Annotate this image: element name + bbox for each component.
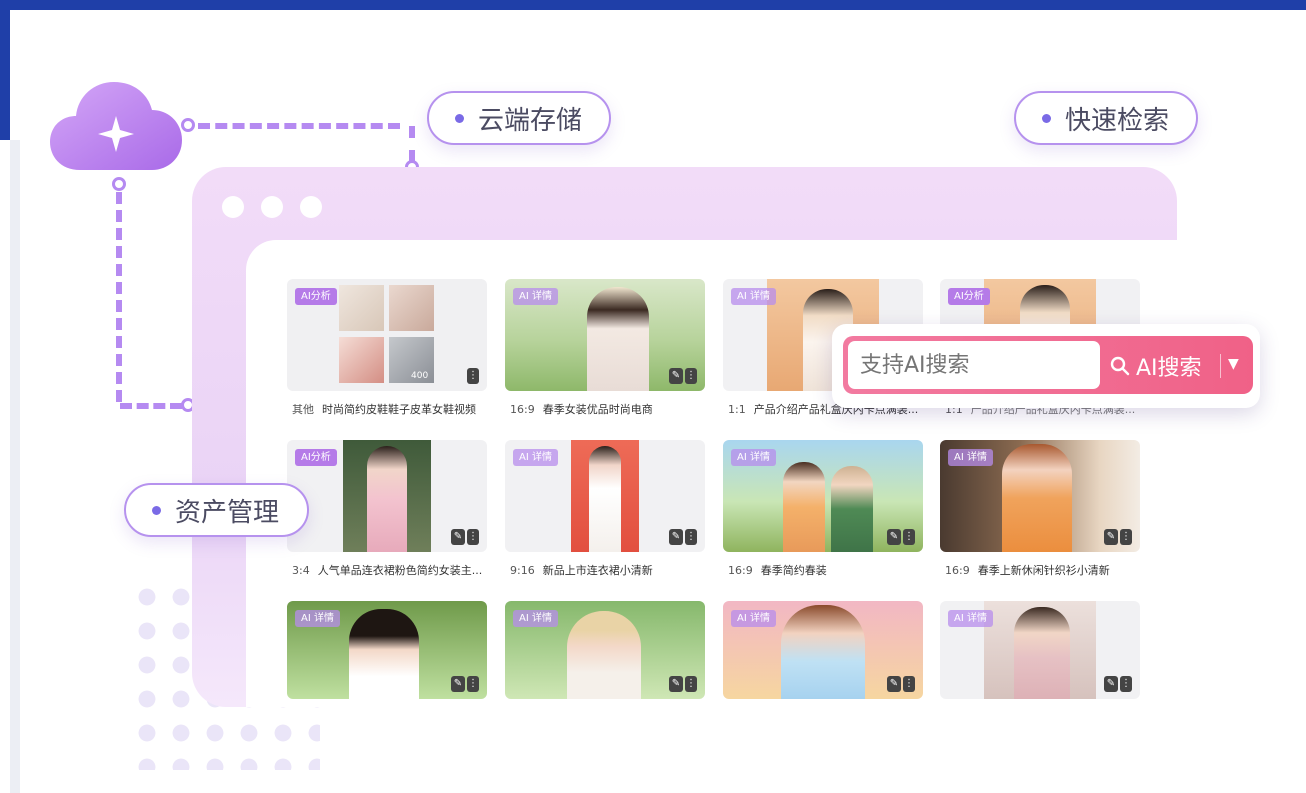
connector-node: [181, 118, 195, 132]
asset-caption: 16:9 春季简约春装: [728, 564, 827, 577]
edit-icon[interactable]: ✎: [1104, 676, 1118, 692]
model-figure: [1014, 607, 1070, 699]
model-figure: [781, 605, 865, 699]
more-menu-icon[interactable]: ⋮: [903, 676, 915, 692]
edit-icon[interactable]: ✎: [451, 676, 465, 692]
ai-detail-badge: AI 详情: [948, 449, 993, 466]
thumbnail-shoe: [389, 285, 434, 331]
window-dot: [222, 196, 244, 218]
ai-detail-badge: AI 详情: [513, 449, 558, 466]
connector-line-top: [198, 123, 400, 129]
thumbnail-shoe: [339, 337, 384, 383]
model-figure: [367, 446, 407, 552]
ai-detail-badge: AI 详情: [513, 610, 558, 627]
edit-icon[interactable]: ✎: [887, 529, 901, 545]
asset-card[interactable]: AI 详情 ✎ ⋮: [505, 601, 705, 699]
thumbnail-shoe: [339, 285, 384, 331]
more-menu-icon[interactable]: ⋮: [467, 529, 479, 545]
asset-caption: 16:9 春季上新休闲针织衫小清新: [945, 564, 1110, 577]
edit-icon[interactable]: ✎: [451, 529, 465, 545]
left-frame-shade: [10, 140, 20, 793]
model-figure: [349, 609, 419, 699]
asset-caption: 9:16 新品上市连衣裙小清新: [510, 564, 653, 577]
asset-card[interactable]: AI 详情 ✎ ⋮: [723, 601, 923, 699]
top-frame-band: [0, 0, 1306, 10]
asset-card[interactable]: AI分析 ✎ ⋮: [287, 440, 487, 552]
asset-card[interactable]: AI 详情 ✎ ⋮: [940, 601, 1140, 699]
feature-label: 快速检索: [1065, 105, 1170, 136]
more-menu-icon[interactable]: ⋮: [1120, 529, 1132, 545]
cloud-sparkle-icon: [50, 82, 182, 170]
dropdown-caret-icon[interactable]: ▼: [1228, 356, 1239, 372]
more-menu-icon[interactable]: ⋮: [1120, 676, 1132, 692]
model-figure: [589, 446, 621, 552]
ai-detail-badge: AI 详情: [731, 610, 776, 627]
asset-card[interactable]: AI分析 400 ⋮: [287, 279, 487, 391]
search-icon: [1110, 356, 1130, 376]
edit-icon[interactable]: ✎: [669, 676, 683, 692]
asset-caption: 其他 时尚简约皮鞋鞋子皮革女鞋视频: [292, 403, 476, 416]
asset-card[interactable]: AI 详情 ✎ ⋮: [505, 440, 705, 552]
more-menu-icon[interactable]: ⋮: [685, 368, 697, 384]
asset-caption: 3:4 人气单品连衣裙粉色简约女装主...: [292, 564, 483, 577]
ai-search-button[interactable]: AI搜索: [1110, 346, 1202, 386]
asset-card[interactable]: AI 详情 ✎ ⋮: [940, 440, 1140, 552]
connector-node: [112, 177, 126, 191]
window-dot: [300, 196, 322, 218]
feature-label: 云端存储: [478, 105, 583, 136]
feature-pill-asset-management: 资产管理: [124, 483, 309, 537]
model-figure: [783, 462, 825, 552]
model-figure: [1002, 444, 1072, 552]
more-menu-icon[interactable]: ⋮: [467, 676, 479, 692]
bullet-icon: [152, 505, 161, 515]
edit-icon[interactable]: ✎: [1104, 529, 1118, 545]
ai-detail-badge: AI 详情: [948, 610, 993, 627]
model-figure: [587, 287, 649, 391]
edit-icon[interactable]: ✎: [887, 676, 901, 692]
more-menu-icon[interactable]: ⋮: [903, 529, 915, 545]
bullet-icon: [455, 113, 464, 123]
asset-card[interactable]: AI 详情 ✎ ⋮: [505, 279, 705, 391]
more-menu-icon[interactable]: ⋮: [685, 529, 697, 545]
ai-detail-badge: AI 详情: [731, 449, 776, 466]
asset-caption: 16:9 春季女装优品时尚电商: [510, 403, 653, 416]
ai-analysis-badge: AI分析: [295, 449, 337, 466]
left-frame-band: [0, 0, 10, 140]
more-menu-icon[interactable]: ⋮: [685, 676, 697, 692]
more-menu-icon[interactable]: ⋮: [467, 368, 479, 384]
asset-card[interactable]: AI 详情 ✎ ⋮: [287, 601, 487, 699]
connector-line-left: [116, 192, 122, 402]
model-figure: [567, 611, 641, 699]
connector-line-top-drop: [409, 126, 415, 162]
ai-search-label: AI搜索: [1136, 356, 1202, 381]
search-divider: [1220, 354, 1221, 378]
model-figure: [831, 466, 873, 552]
feature-pill-fast-search: 快速检索: [1014, 91, 1198, 145]
bullet-icon: [1042, 113, 1051, 123]
feature-pill-cloud-storage: 云端存储: [427, 91, 611, 145]
search-input[interactable]: [848, 341, 1100, 389]
ai-detail-badge: AI 详情: [295, 610, 340, 627]
edit-icon[interactable]: ✎: [669, 368, 683, 384]
thumb-count: 400: [411, 371, 429, 381]
window-dot: [261, 196, 283, 218]
asset-card[interactable]: AI 详情 ✎ ⋮: [723, 440, 923, 552]
feature-label: 资产管理: [175, 497, 280, 528]
ai-detail-badge: AI 详情: [513, 288, 558, 305]
ai-detail-badge: AI 详情: [731, 288, 776, 305]
connector-line-bottom: [120, 403, 182, 409]
ai-analysis-badge: AI分析: [295, 288, 337, 305]
edit-icon[interactable]: ✎: [669, 529, 683, 545]
ai-analysis-badge: AI分析: [948, 288, 990, 305]
